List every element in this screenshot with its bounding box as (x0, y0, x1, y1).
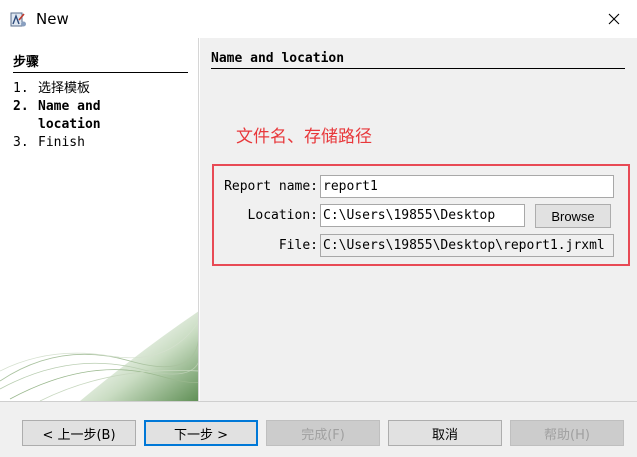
step-3: 3. Finish (13, 134, 128, 152)
step-1: 1. 选择模板 (13, 80, 128, 98)
report-name-input[interactable]: report1 (320, 175, 614, 198)
steps-panel: 步骤 1. 选择模板 2. Name and location 3. Finis… (0, 38, 199, 401)
step-number: 2. (13, 99, 29, 114)
close-button[interactable] (591, 0, 637, 38)
steps-title: 步骤 (13, 51, 188, 73)
step-number: 3. (13, 135, 29, 150)
next-button[interactable]: 下一步 > (144, 420, 258, 446)
help-button[interactable]: 帮助(H) (510, 420, 624, 446)
back-button[interactable]: < 上一步(B) (22, 420, 136, 446)
annotation-text: 文件名、存储路径 (236, 127, 372, 147)
report-designer-icon (10, 11, 27, 28)
file-label: File: (278, 238, 318, 253)
step-label: 选择模板 (38, 81, 91, 96)
close-icon (608, 13, 620, 25)
page-title: Name and location (211, 51, 625, 69)
location-input[interactable]: C:\Users\19855\Desktop (320, 204, 525, 227)
browse-button[interactable]: Browse (535, 204, 611, 228)
wizard-decoration-image (0, 311, 198, 401)
report-name-label: Report name: (224, 179, 318, 194)
step-number: 1. (13, 81, 29, 96)
step-label: Finish (38, 135, 85, 150)
file-path-field: C:\Users\19855\Desktop\report1.jrxml (320, 234, 614, 257)
step-label: Name and location (38, 99, 101, 132)
cancel-button[interactable]: 取消 (388, 420, 502, 446)
finish-button[interactable]: 完成(F) (266, 420, 380, 446)
content-panel: Name and location 文件名、存储路径 Report name: … (200, 38, 637, 401)
location-label: Location: (247, 208, 318, 223)
wizard-button-bar: < 上一步(B) 下一步 > 完成(F) 取消 帮助(H) (0, 401, 637, 457)
window-title: New (36, 10, 69, 28)
step-2-current: 2. Name and location (13, 98, 128, 134)
title-bar: New (0, 0, 637, 38)
steps-list: 1. 选择模板 2. Name and location 3. Finish (13, 80, 128, 152)
